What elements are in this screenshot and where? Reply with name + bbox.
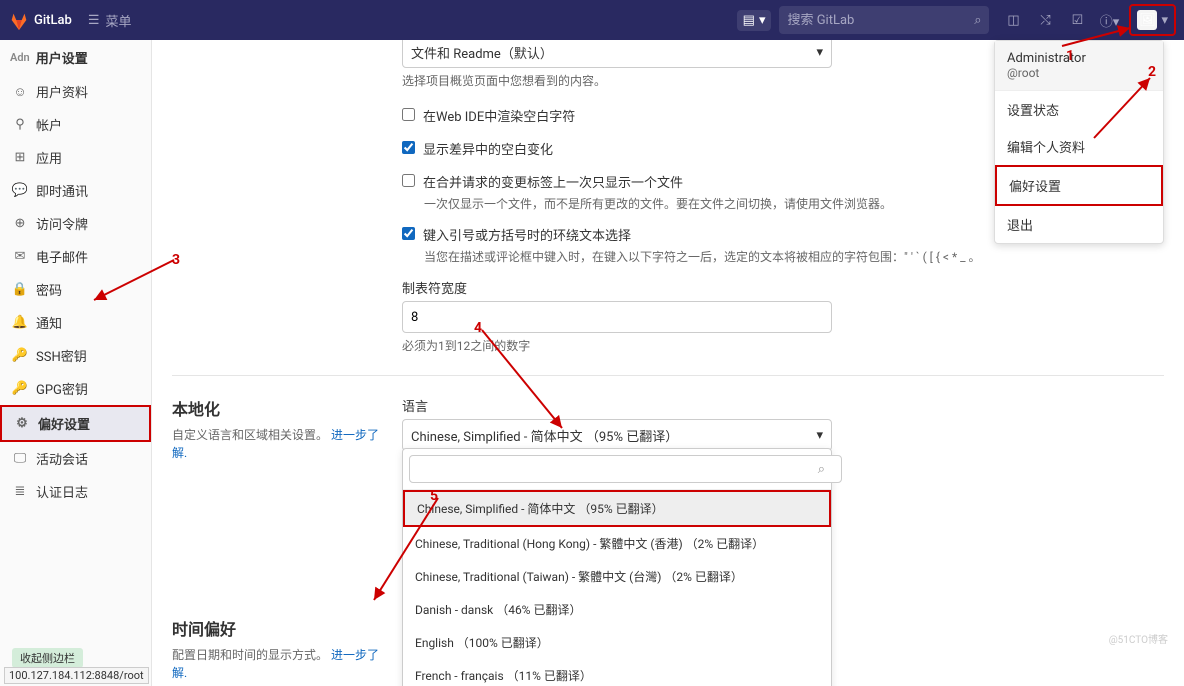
hamburger-icon: ☰ — [88, 13, 100, 28]
user-menu-header: Administrator @root — [995, 41, 1163, 91]
apps-icon: ⊞ — [12, 150, 28, 166]
sidebar-emails[interactable]: ✉电子邮件 — [0, 240, 151, 273]
chevron-down-icon: ▾ — [816, 45, 823, 60]
chevron-down-icon: ▾ — [1161, 13, 1168, 28]
sidebar-preferences[interactable]: ⚙偏好设置 — [0, 405, 151, 442]
pref-icon: ⚙ — [14, 416, 30, 432]
search-icon: ⌕ — [974, 13, 981, 28]
language-dropdown[interactable]: Chinese, Simplified - 简体中文 （95% 已翻译） ▾ — [402, 419, 832, 451]
localization-title: 本地化 — [172, 396, 386, 420]
help-icon[interactable]: ⓘ▾ — [1093, 4, 1125, 36]
menu-preferences[interactable]: 偏好设置 — [995, 165, 1163, 206]
issues-icon[interactable]: ◫ — [997, 4, 1029, 36]
global-search[interactable]: ⌕ — [779, 6, 989, 34]
lang-option-en[interactable]: English （100% 已翻译） — [403, 626, 831, 659]
time-pref-title: 时间偏好 — [172, 616, 386, 640]
session-icon: 🖵 — [12, 451, 28, 467]
lang-option-zh-hk[interactable]: Chinese, Traditional (Hong Kong) - 繁體中文 … — [403, 527, 831, 560]
topbar: GitLab ☰ 菜单 ▤ ▾ ⌕ ◫ ⤭ ☑ ⓘ▾ 🖼 ▾ — [0, 0, 1184, 40]
main-menu-button[interactable]: ☰ 菜单 — [88, 11, 132, 30]
sidebar-notifications[interactable]: 🔔通知 — [0, 306, 151, 339]
brand-text: GitLab — [34, 13, 72, 28]
account-icon: ⚲ — [12, 117, 28, 133]
sidebar-tokens[interactable]: ⊕访问令牌 — [0, 207, 151, 240]
lock-icon: 🔒 — [12, 282, 28, 298]
todos-icon[interactable]: ☑ — [1061, 4, 1093, 36]
sidebar-apps[interactable]: ⊞应用 — [0, 141, 151, 174]
lang-option-zh-tw[interactable]: Chinese, Traditional (Taiwan) - 繁體中文 (台灣… — [403, 560, 831, 593]
tab-width-input[interactable] — [402, 301, 832, 333]
avatar-icon: 🖼 — [1137, 10, 1157, 30]
search-icon: ⌕ — [818, 462, 825, 477]
lang-option-fr[interactable]: French - français （11% 已翻译） — [403, 659, 831, 686]
language-dropdown-menu: ⌕ Chinese, Simplified - 简体中文 （95% 已翻译） C… — [402, 448, 832, 686]
overview-dropdown[interactable]: 文件和 Readme（默认） ▾ — [402, 40, 832, 68]
gitlab-logo[interactable]: GitLab — [8, 9, 72, 31]
language-search-input[interactable] — [409, 455, 842, 483]
lang-option-da[interactable]: Danish - dansk （46% 已翻译） — [403, 593, 831, 626]
user-avatar-button[interactable]: 🖼 ▾ — [1129, 4, 1176, 36]
bell-icon: 🔔 — [12, 315, 28, 331]
sidebar-chat[interactable]: 💬即时通讯 — [0, 174, 151, 207]
user-menu: Administrator @root 设置状态 编辑个人资料 偏好设置 退出 — [994, 40, 1164, 244]
collapse-sidebar-button[interactable]: 收起侧边栏 — [12, 648, 83, 668]
language-label: 语言 — [402, 396, 832, 415]
avatar-small-icon: Adn — [10, 51, 30, 64]
person-icon: ☺ — [12, 84, 28, 100]
sidebar-ssh[interactable]: 🔑SSH密钥 — [0, 339, 151, 372]
mail-icon: ✉ — [12, 249, 28, 265]
search-input[interactable] — [787, 13, 974, 28]
sidebar-account[interactable]: ⚲帐户 — [0, 108, 151, 141]
key-icon: 🔑 — [12, 381, 28, 397]
watermark: @51CTO博客 — [1109, 631, 1168, 646]
merge-requests-icon[interactable]: ⤭ — [1029, 4, 1061, 36]
settings-sidebar: Adn 用户设置 ☺用户资料 ⚲帐户 ⊞应用 💬即时通讯 ⊕访问令牌 ✉电子邮件… — [0, 40, 152, 686]
chevron-down-icon: ▾ — [816, 428, 823, 443]
menu-sign-out[interactable]: 退出 — [995, 206, 1163, 243]
sidebar-auth-log[interactable]: ≣认证日志 — [0, 475, 151, 508]
sidebar-gpg[interactable]: 🔑GPG密钥 — [0, 372, 151, 405]
log-icon: ≣ — [12, 484, 28, 500]
lang-option-zh-cn[interactable]: Chinese, Simplified - 简体中文 （95% 已翻译） — [403, 490, 831, 527]
create-new-button[interactable]: ▤ ▾ — [737, 10, 772, 31]
sidebar-password[interactable]: 🔒密码 — [0, 273, 151, 306]
sidebar-heading: Adn 用户设置 — [0, 40, 151, 75]
chat-icon: 💬 — [12, 183, 28, 199]
sidebar-sessions[interactable]: 🖵活动会话 — [0, 442, 151, 475]
gitlab-icon — [8, 9, 30, 31]
sidebar-profile[interactable]: ☺用户资料 — [0, 75, 151, 108]
plus-icon: ▤ — [743, 13, 755, 28]
key-icon: 🔑 — [12, 348, 28, 364]
tab-width-label: 制表符宽度 — [402, 278, 1164, 297]
status-url: 100.127.184.112:8848/root — [4, 667, 149, 684]
menu-set-status[interactable]: 设置状态 — [995, 91, 1163, 128]
menu-edit-profile[interactable]: 编辑个人资料 — [995, 128, 1163, 165]
token-icon: ⊕ — [12, 216, 28, 232]
chevron-down-icon: ▾ — [759, 13, 766, 28]
